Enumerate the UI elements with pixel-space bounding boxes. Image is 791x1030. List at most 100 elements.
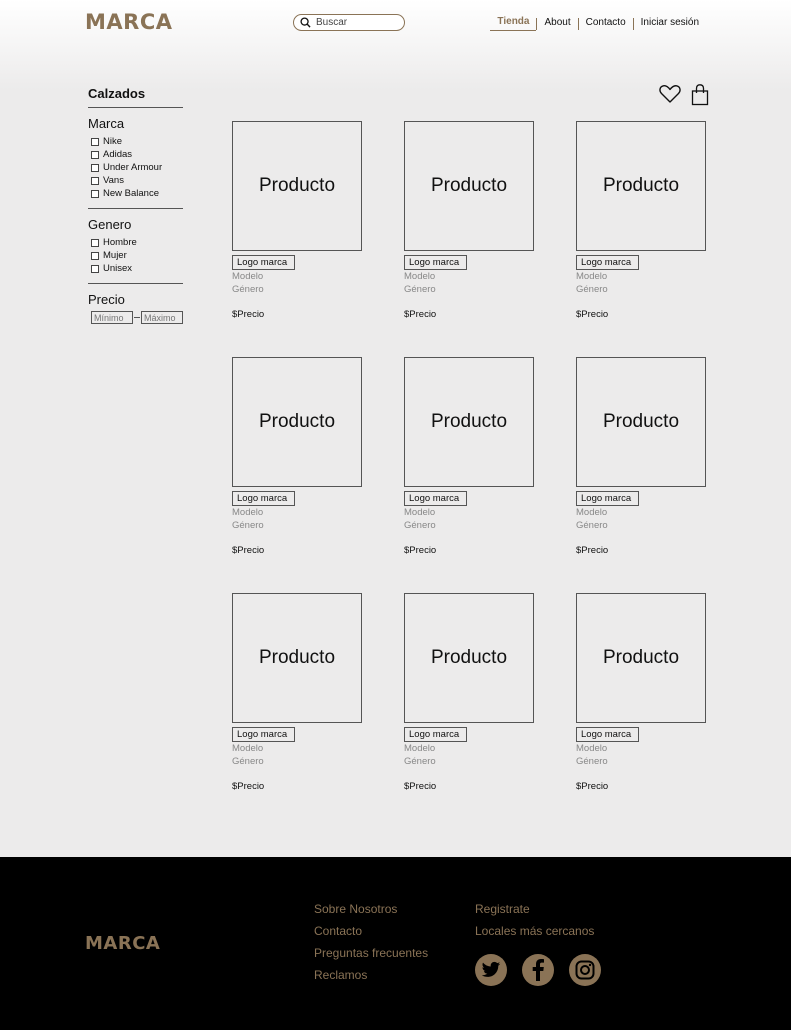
checkbox[interactable] — [91, 238, 99, 247]
divider — [88, 107, 183, 108]
option-label: Hombre — [103, 237, 137, 248]
checkbox[interactable] — [91, 189, 99, 198]
instagram-icon[interactable] — [569, 954, 601, 986]
product-image[interactable]: Producto — [232, 593, 362, 723]
checkbox[interactable] — [91, 251, 99, 260]
twitter-icon[interactable] — [475, 954, 507, 986]
product-price: $Precio — [404, 309, 437, 320]
option-label: Mujer — [103, 250, 127, 261]
site-header: MARCA Tienda About Contacto Iniciar sesi… — [0, 0, 791, 50]
footer-link-locales[interactable]: Locales más cercanos — [475, 923, 594, 945]
heart-icon[interactable] — [659, 84, 681, 111]
product-card[interactable]: Producto Logo marca Modelo Género $Preci… — [232, 357, 362, 556]
social-links — [475, 954, 616, 986]
footer-link-reclamos[interactable]: Reclamos — [314, 967, 428, 989]
user-actions — [659, 84, 709, 111]
product-image[interactable]: Producto — [576, 593, 706, 723]
checkbox[interactable] — [91, 150, 99, 159]
product-image[interactable]: Producto — [404, 357, 534, 487]
footer-brand-logo[interactable]: MARCA — [85, 933, 160, 954]
filter-option-hombre[interactable]: Hombre — [88, 236, 183, 249]
footer-link-contacto[interactable]: Contacto — [314, 923, 428, 945]
checkbox[interactable] — [91, 264, 99, 273]
product-gender: Género — [404, 284, 436, 295]
brand-logo-tag: Logo marca — [404, 255, 467, 270]
product-card[interactable]: Producto Logo marca Modelo Género $Preci… — [404, 357, 534, 556]
product-model: Modelo — [232, 507, 264, 518]
product-gender: Género — [576, 284, 608, 295]
option-label: Vans — [103, 175, 124, 186]
filter-option-unisex[interactable]: Unisex — [88, 262, 183, 275]
option-label: Adidas — [103, 149, 133, 160]
brand-logo-tag: Logo marca — [576, 491, 639, 506]
product-gender: Género — [404, 756, 436, 767]
search-bar[interactable] — [293, 14, 405, 31]
facebook-icon[interactable] — [522, 954, 554, 986]
product-price: $Precio — [232, 309, 265, 320]
nav-tienda[interactable]: Tienda — [490, 16, 537, 31]
product-model: Modelo — [404, 271, 436, 282]
filter-option-mujer[interactable]: Mujer — [88, 249, 183, 262]
product-model: Modelo — [232, 271, 264, 282]
product-price: $Precio — [576, 781, 609, 792]
product-gender: Género — [232, 520, 264, 531]
product-image[interactable]: Producto — [576, 121, 706, 251]
option-label: Unisex — [103, 263, 133, 274]
checkbox[interactable] — [91, 163, 99, 172]
brand-logo-tag: Logo marca — [576, 727, 639, 742]
footer-links-primary: Sobre Nosotros Contacto Preguntas frecue… — [314, 901, 428, 989]
footer-link-preguntas-frecuentes[interactable]: Preguntas frecuentes — [314, 945, 428, 967]
footer-link-registrate[interactable]: Registrate — [475, 901, 594, 923]
product-model: Modelo — [576, 743, 608, 754]
product-price: $Precio — [232, 781, 265, 792]
filter-genero: Genero Hombre Mujer Unisex — [88, 217, 183, 283]
filter-option-nike[interactable]: Nike — [88, 135, 183, 148]
nav-contacto[interactable]: Contacto — [579, 17, 633, 31]
product-card[interactable]: Producto Logo marca Modelo Género $Preci… — [232, 121, 362, 320]
product-price: $Precio — [576, 309, 609, 320]
shopping-bag-icon[interactable] — [691, 84, 709, 111]
product-gender: Género — [232, 284, 264, 295]
product-card[interactable]: Producto Logo marca Modelo Género $Preci… — [404, 121, 534, 320]
range-dash — [134, 317, 140, 318]
search-input[interactable] — [316, 17, 401, 28]
product-card[interactable]: Producto Logo marca Modelo Género $Preci… — [576, 121, 706, 320]
product-image[interactable]: Producto — [232, 121, 362, 251]
brand-logo[interactable]: MARCA — [85, 10, 172, 34]
price-max-input[interactable] — [141, 311, 183, 324]
product-model: Modelo — [404, 507, 436, 518]
divider — [88, 208, 183, 209]
filter-marca-title: Marca — [88, 116, 125, 131]
product-price: $Precio — [576, 545, 609, 556]
filter-genero-title: Genero — [88, 217, 132, 232]
product-price: $Precio — [232, 545, 265, 556]
product-card[interactable]: Producto Logo marca Modelo Género $Preci… — [404, 593, 534, 792]
nav-iniciar-sesion[interactable]: Iniciar sesión — [634, 17, 706, 31]
checkbox[interactable] — [91, 176, 99, 185]
filter-precio: Precio — [88, 292, 183, 332]
brand-logo-tag: Logo marca — [404, 491, 467, 506]
brand-logo-tag: Logo marca — [232, 491, 295, 506]
search-icon[interactable] — [300, 17, 311, 28]
filters-sidebar: Calzados Marca Nike Adidas Under Armour … — [88, 86, 183, 332]
product-model: Modelo — [576, 507, 608, 518]
product-image[interactable]: Producto — [232, 357, 362, 487]
footer-link-sobre-nosotros[interactable]: Sobre Nosotros — [314, 901, 428, 923]
product-card[interactable]: Producto Logo marca Modelo Género $Preci… — [232, 593, 362, 792]
filter-option-new-balance[interactable]: New Balance — [88, 187, 183, 200]
filter-option-adidas[interactable]: Adidas — [88, 148, 183, 161]
product-card[interactable]: Producto Logo marca Modelo Género $Preci… — [576, 357, 706, 556]
product-gender: Género — [576, 520, 608, 531]
filter-option-vans[interactable]: Vans — [88, 174, 183, 187]
product-gender: Género — [232, 756, 264, 767]
product-image[interactable]: Producto — [404, 121, 534, 251]
option-label: New Balance — [103, 188, 159, 199]
nav-about[interactable]: About — [537, 17, 577, 31]
price-min-input[interactable] — [91, 311, 133, 324]
product-image[interactable]: Producto — [404, 593, 534, 723]
option-label: Under Armour — [103, 162, 163, 173]
checkbox[interactable] — [91, 137, 99, 146]
filter-option-under-armour[interactable]: Under Armour — [88, 161, 183, 174]
product-image[interactable]: Producto — [576, 357, 706, 487]
product-card[interactable]: Producto Logo marca Modelo Género $Preci… — [576, 593, 706, 792]
